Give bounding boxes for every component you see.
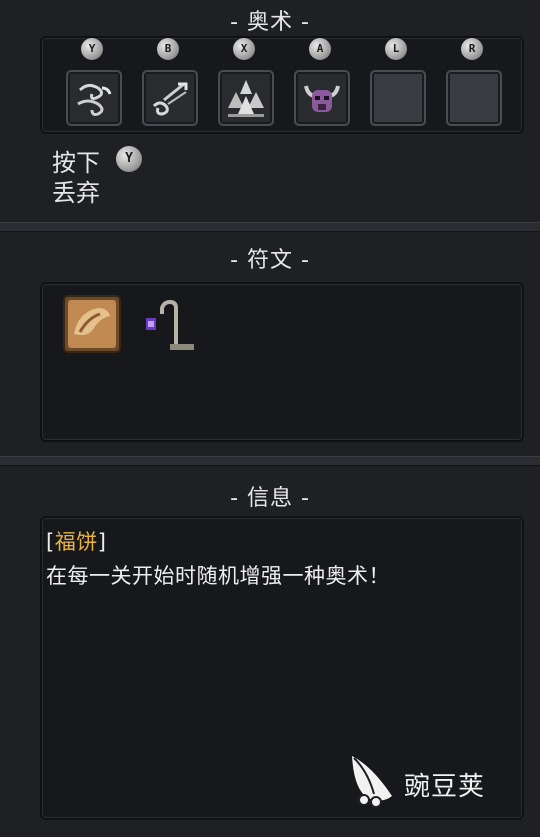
item-name-text: 福饼 xyxy=(54,530,98,554)
y-button-icon: Y xyxy=(116,146,142,172)
r-button-icon: R xyxy=(461,38,483,60)
relics-title: - 符文 - xyxy=(230,248,310,273)
arcana-slot-frame[interactable] xyxy=(218,70,274,126)
arcana-slot-5[interactable]: L xyxy=(368,38,426,130)
empty-slot[interactable] xyxy=(446,70,502,126)
relic-staff-lantern[interactable] xyxy=(140,296,200,356)
staff-lantern-icon xyxy=(146,299,194,350)
arcana-slot-4[interactable]: A xyxy=(292,38,350,130)
arcana-slot-2[interactable]: B xyxy=(140,38,198,130)
l-button-icon: L xyxy=(385,38,407,60)
drop-hint-line2: 丢弃 xyxy=(52,179,100,207)
bracket-open: [ xyxy=(46,530,55,554)
empty-slot[interactable] xyxy=(370,70,426,126)
a-button-icon: A xyxy=(309,38,331,60)
b-button-icon: B xyxy=(157,38,179,60)
bracket-close: ] xyxy=(97,530,107,554)
arcana-slot-1[interactable]: Y xyxy=(64,38,122,130)
horned-helmet-icon xyxy=(304,85,340,112)
drop-hint-line1: 按下 xyxy=(52,149,100,177)
x-button-icon: X xyxy=(233,38,255,60)
watermark: 豌豆荚 xyxy=(346,752,526,812)
pea-pod-logo-icon xyxy=(352,756,392,808)
info-title: - 信息 - xyxy=(230,486,310,511)
fortune-cookie-icon xyxy=(63,295,121,353)
arcana-slot-frame[interactable] xyxy=(142,70,198,126)
wind-swirl-icon xyxy=(77,83,112,116)
dash-wind-icon xyxy=(152,82,188,116)
item-name: [福饼] xyxy=(46,526,106,556)
arcana-slot-3[interactable]: X xyxy=(216,38,274,130)
arcana-slots: Y B X A L R xyxy=(62,38,512,130)
earth-spike-icon xyxy=(228,80,264,117)
section-divider xyxy=(0,456,540,466)
relic-fortune-cookie[interactable] xyxy=(62,294,122,354)
y-button-icon: Y xyxy=(81,38,103,60)
item-description: 在每一关开始时随机增强一种奥术！ xyxy=(46,564,390,588)
arcana-slot-frame[interactable] xyxy=(294,70,350,126)
section-divider xyxy=(0,222,540,232)
arcana-slot-frame[interactable] xyxy=(66,70,122,126)
watermark-text: 豌豆荚 xyxy=(404,772,486,802)
drop-hint: 按下 丢弃 xyxy=(52,148,100,208)
arcana-title: - 奥术 - xyxy=(230,10,310,35)
arcana-slot-6[interactable]: R xyxy=(444,38,502,130)
